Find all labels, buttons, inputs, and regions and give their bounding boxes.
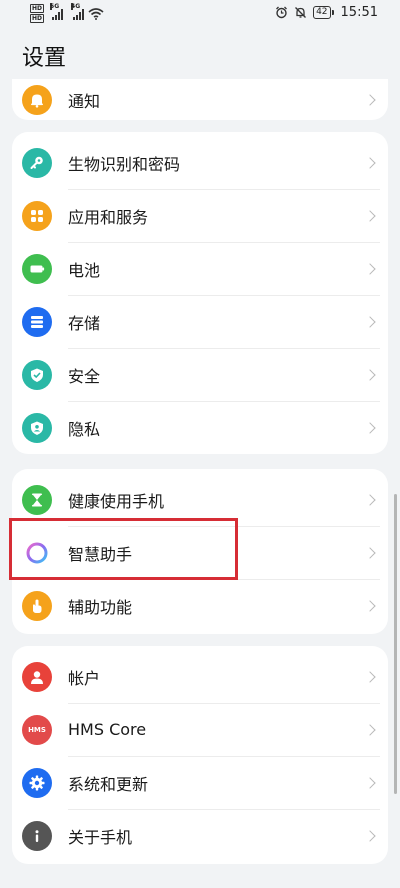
settings-item-label: 系统和更新 bbox=[68, 774, 149, 794]
settings-item-label: 存储 bbox=[68, 313, 101, 333]
settings-item-label: 电池 bbox=[68, 260, 101, 280]
status-left: HD HD 5G 4G bbox=[30, 2, 104, 23]
settings-group-system: 帐户 HMS HMS Core 系统和更新 关于手机 bbox=[12, 646, 388, 864]
key-icon bbox=[22, 147, 52, 178]
chevron-right-icon bbox=[364, 723, 376, 736]
chevron-right-icon bbox=[364, 421, 376, 434]
hd-tag: HD bbox=[30, 14, 45, 23]
chevron-right-icon bbox=[364, 776, 376, 789]
signal-icon: 5G bbox=[50, 2, 64, 20]
gear-icon bbox=[22, 767, 52, 798]
info-icon bbox=[22, 820, 52, 851]
chevron-right-icon bbox=[364, 670, 376, 683]
settings-item-label: 安全 bbox=[68, 366, 101, 386]
settings-item-digital-balance[interactable]: 健康使用手机 bbox=[12, 473, 388, 526]
clock: 15:51 bbox=[340, 5, 378, 20]
scrollbar[interactable] bbox=[394, 494, 397, 794]
settings-item-label: 辅助功能 bbox=[68, 597, 133, 617]
chevron-right-icon bbox=[364, 368, 376, 381]
settings-item-accessibility[interactable]: 辅助功能 bbox=[12, 579, 388, 632]
chevron-right-icon bbox=[364, 315, 376, 328]
settings-item-hms-core[interactable]: HMS HMS Core bbox=[12, 703, 388, 756]
hd-indicators: HD HD bbox=[30, 4, 45, 23]
signal-icon: 4G bbox=[71, 2, 85, 20]
chevron-right-icon bbox=[364, 546, 376, 559]
settings-item-system-update[interactable]: 系统和更新 bbox=[12, 756, 388, 809]
settings-item-apps[interactable]: 应用和服务 bbox=[12, 189, 388, 242]
chevron-right-icon bbox=[364, 829, 376, 842]
network-type: 5G bbox=[50, 2, 60, 10]
network-type: 4G bbox=[71, 2, 81, 10]
wifi-icon bbox=[88, 7, 104, 20]
battery-icon bbox=[22, 253, 52, 284]
chevron-right-icon bbox=[364, 93, 376, 106]
settings-group-device: 生物识别和密码 应用和服务 电池 存储 安全 隐私 bbox=[12, 132, 388, 454]
chevron-right-icon bbox=[364, 156, 376, 169]
settings-item-about-phone[interactable]: 关于手机 bbox=[12, 809, 388, 862]
privacy-icon bbox=[22, 412, 52, 443]
settings-item-security[interactable]: 安全 bbox=[12, 348, 388, 401]
settings-item-label: 智慧助手 bbox=[68, 544, 133, 564]
chevron-right-icon bbox=[364, 599, 376, 612]
alarm-icon bbox=[276, 6, 288, 19]
settings-item-label: 应用和服务 bbox=[68, 207, 149, 227]
shield-icon bbox=[22, 359, 52, 390]
hms-icon-text: HMS bbox=[28, 725, 46, 734]
assistant-ring-icon bbox=[22, 537, 52, 568]
settings-item-label: 隐私 bbox=[68, 419, 101, 439]
settings-group-notifications: 通知 bbox=[12, 79, 388, 120]
settings-item-biometrics[interactable]: 生物识别和密码 bbox=[12, 136, 388, 189]
chevron-right-icon bbox=[364, 262, 376, 275]
chevron-right-icon bbox=[364, 209, 376, 222]
apps-grid-icon bbox=[22, 200, 52, 231]
settings-item-notifications[interactable]: 通知 bbox=[12, 79, 388, 120]
battery-indicator: 42 bbox=[313, 6, 335, 19]
settings-item-storage[interactable]: 存储 bbox=[12, 295, 388, 348]
hms-icon: HMS bbox=[22, 714, 52, 745]
settings-group-usage: 健康使用手机 智慧助手 辅助功能 bbox=[12, 469, 388, 634]
settings-item-smart-assistant[interactable]: 智慧助手 bbox=[12, 526, 388, 579]
status-right: 42 15:51 bbox=[275, 5, 378, 20]
mute-bell-icon bbox=[295, 7, 307, 18]
settings-item-label: 健康使用手机 bbox=[68, 491, 165, 511]
settings-item-privacy[interactable]: 隐私 bbox=[12, 401, 388, 454]
user-icon bbox=[22, 661, 52, 692]
settings-item-label: 生物识别和密码 bbox=[68, 154, 181, 174]
settings-item-label: 关于手机 bbox=[68, 827, 133, 847]
hand-icon bbox=[22, 590, 52, 621]
storage-icon bbox=[22, 306, 52, 337]
hd-tag: HD bbox=[30, 4, 45, 13]
hourglass-icon bbox=[22, 484, 52, 515]
bell-icon bbox=[22, 84, 52, 115]
page-title: 设置 bbox=[22, 46, 67, 71]
settings-item-account[interactable]: 帐户 bbox=[12, 650, 388, 703]
settings-item-label: HMS Core bbox=[68, 720, 147, 739]
settings-item-label: 通知 bbox=[68, 91, 101, 111]
chevron-right-icon bbox=[364, 493, 376, 506]
settings-item-label: 帐户 bbox=[68, 668, 101, 688]
status-bar: HD HD 5G 4G 42 15:51 bbox=[0, 0, 400, 28]
settings-item-battery[interactable]: 电池 bbox=[12, 242, 388, 295]
